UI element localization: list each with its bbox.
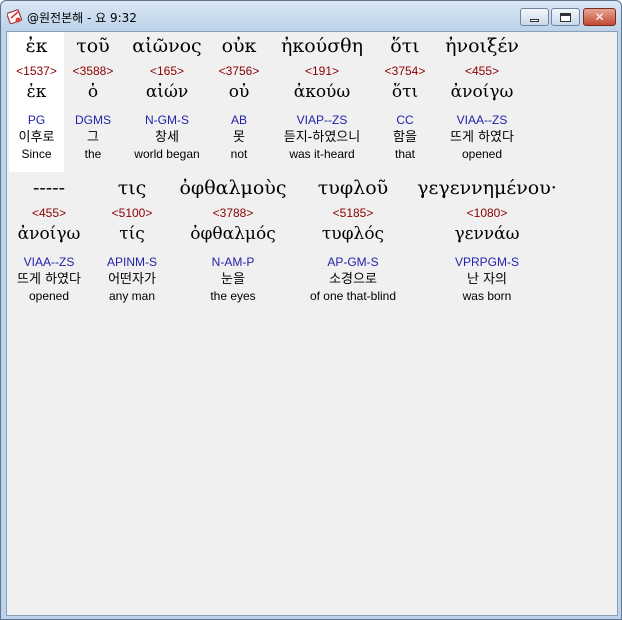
korean-gloss: 듣지-하였으니 xyxy=(283,130,361,145)
korean-gloss: 난 자의 xyxy=(466,272,507,287)
korean-gloss: 눈을 xyxy=(221,272,245,287)
word-cell[interactable]: τις <5100> τίς APINM-S 어떤자가 any man xyxy=(99,174,165,303)
english-gloss: opened xyxy=(461,147,503,161)
english-gloss: was it-heard xyxy=(289,147,355,161)
parsing-code: DGMS xyxy=(75,113,111,127)
parsing-code: VIAA--ZS xyxy=(23,255,75,269)
minimize-button[interactable] xyxy=(520,8,549,26)
parsing-code: VIAA--ZS xyxy=(456,113,508,127)
word-cell[interactable]: ἐκ <1537> ἐκ PG 이후로 Since xyxy=(9,32,64,172)
greek-word: ὀφθαλμοὺς xyxy=(179,177,287,199)
strong-number[interactable]: <5185> xyxy=(303,206,403,220)
korean-gloss: 어떤자가 xyxy=(108,272,156,287)
english-gloss: world began xyxy=(134,147,200,161)
lemma: ἀνοίγω xyxy=(17,224,81,244)
strong-number[interactable]: <455> xyxy=(9,206,89,220)
strong-number[interactable]: <1537> xyxy=(9,64,64,78)
korean-gloss: 소경으로 xyxy=(329,272,377,287)
korean-gloss: 그 xyxy=(87,130,99,145)
lemma: ἀκούω xyxy=(293,82,351,102)
strong-number[interactable]: <165> xyxy=(127,64,207,78)
word-cell[interactable]: ----- <455> ἀνοίγω VIAA--ZS 뜨게 하였다 opene… xyxy=(9,174,89,303)
english-gloss: not xyxy=(230,147,248,161)
word-cell[interactable]: αἰῶνος <165> αἰών N-GM-S 창세 world began xyxy=(127,32,207,161)
greek-word: τυφλοῦ xyxy=(317,177,389,199)
parsing-code: VIAP--ZS xyxy=(296,113,348,127)
lemma: τίς xyxy=(119,224,145,244)
lemma: ἀνοίγω xyxy=(450,82,514,102)
parsing-code: AP-GM-S xyxy=(327,255,379,269)
lemma: οὐ xyxy=(228,82,250,102)
lemma: τυφλός xyxy=(321,224,385,244)
lemma: γεννάω xyxy=(454,224,520,244)
minimize-icon xyxy=(530,18,539,22)
parsing-code: APINM-S xyxy=(106,255,157,269)
parsing-code: VPRPGM-S xyxy=(454,255,519,269)
interlinear-view[interactable]: ἐκ <1537> ἐκ PG 이후로 Since τοῦ <3588> ὁ D… xyxy=(6,31,618,616)
greek-word: αἰῶνος xyxy=(132,35,202,57)
close-icon: ✕ xyxy=(594,10,605,24)
parsing-code: N-AM-P xyxy=(211,255,255,269)
parsing-code: PG xyxy=(27,113,46,127)
word-cell[interactable]: ὅτι <3754> ὅτι CC 함을 that xyxy=(379,32,431,161)
word-cell[interactable]: ἠνοιξέν <455> ἀνοίγω VIAA--ZS 뜨게 하였다 ope… xyxy=(437,32,527,161)
parsing-code: N-GM-S xyxy=(145,113,189,127)
greek-word: ἐκ xyxy=(25,35,48,57)
greek-word: τις xyxy=(117,177,147,199)
parsing-code: CC xyxy=(396,113,414,127)
lemma: αἰών xyxy=(145,82,189,102)
english-gloss: any man xyxy=(108,289,156,303)
english-gloss: the eyes xyxy=(210,289,256,303)
english-gloss: of one that-blind xyxy=(309,289,397,303)
english-gloss: Since xyxy=(21,147,52,161)
word-cell[interactable]: οὐκ <3756> οὐ AB 못 not xyxy=(213,32,265,161)
english-gloss: opened xyxy=(28,289,70,303)
korean-gloss: 뜨게 하였다 xyxy=(450,130,514,145)
strong-number[interactable]: <3588> xyxy=(67,64,119,78)
korean-gloss: 함을 xyxy=(393,130,417,145)
strong-number[interactable]: <455> xyxy=(437,64,527,78)
lemma: ὅτι xyxy=(391,82,419,102)
greek-word: γεγεννημένου· xyxy=(417,177,557,199)
korean-gloss: 못 xyxy=(233,130,245,145)
english-gloss: that xyxy=(394,147,415,161)
bible-app-icon xyxy=(7,9,23,24)
word-cell[interactable]: ὀφθαλμοὺς <3788> ὀφθαλμός N-AM-P 눈을 the … xyxy=(175,174,291,303)
title-bar[interactable]: @원전본해 - 요 9:32 ✕ xyxy=(1,1,621,31)
parsing-code: AB xyxy=(230,113,247,127)
strong-number[interactable]: <191> xyxy=(273,64,371,78)
strong-number[interactable]: <3756> xyxy=(213,64,265,78)
strong-number[interactable]: <1080> xyxy=(411,206,563,220)
window-title: @원전본해 - 요 9:32 xyxy=(27,11,137,25)
word-cell[interactable]: γεγεννημένου· <1080> γεννάω VPRPGM-S 난 자… xyxy=(411,174,563,303)
close-button[interactable]: ✕ xyxy=(583,8,616,26)
lemma: ἐκ xyxy=(26,82,47,102)
word-cell[interactable]: τυφλοῦ <5185> τυφλός AP-GM-S 소경으로 of one… xyxy=(303,174,403,303)
word-cell[interactable]: τοῦ <3588> ὁ DGMS 그 the xyxy=(67,32,119,161)
greek-word: οὐκ xyxy=(221,35,257,57)
lemma: ὀφθαλμός xyxy=(190,224,276,244)
strong-number[interactable]: <3754> xyxy=(379,64,431,78)
lemma: ὁ xyxy=(87,82,99,102)
korean-gloss: 창세 xyxy=(155,130,179,145)
greek-word: ὅτι xyxy=(390,35,420,57)
maximize-icon xyxy=(560,12,571,22)
strong-number[interactable]: <5100> xyxy=(99,206,165,220)
word-cell[interactable]: ἠκούσθη <191> ἀκούω VIAP--ZS 듣지-하였으니 was… xyxy=(273,32,371,161)
korean-gloss: 이후로 xyxy=(18,130,55,145)
strong-number[interactable]: <3788> xyxy=(175,206,291,220)
english-gloss: the xyxy=(84,147,102,161)
korean-gloss: 뜨게 하였다 xyxy=(17,272,81,287)
english-gloss: was born xyxy=(462,289,512,303)
maximize-button[interactable] xyxy=(551,8,580,26)
greek-word: ἠκούσθη xyxy=(280,35,364,57)
greek-word: τοῦ xyxy=(76,35,110,57)
greek-word: ἠνοιξέν xyxy=(445,35,519,57)
greek-word: ----- xyxy=(32,177,66,199)
app-window: @원전본해 - 요 9:32 ✕ ἐκ <1537> ἐκ PG 이후로 Sin… xyxy=(0,0,622,620)
